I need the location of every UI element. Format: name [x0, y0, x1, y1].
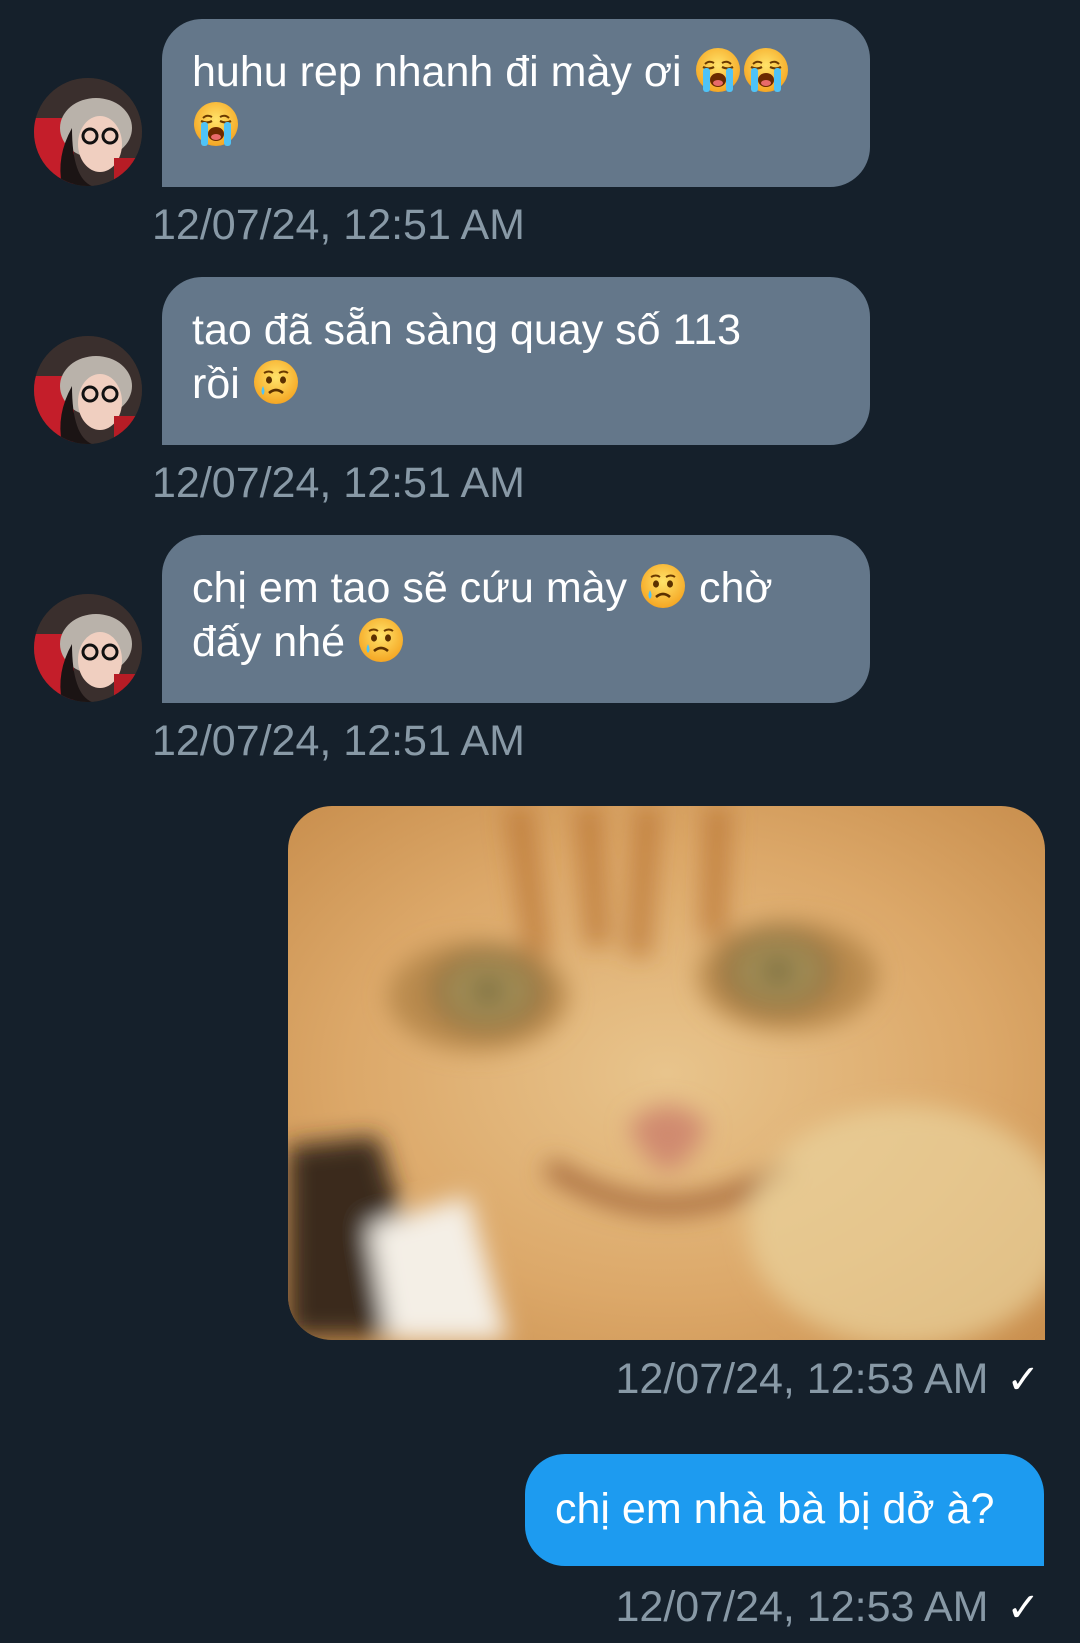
incoming-message-bubble[interactable]: tao đã sẵn sàng quay số 113 rồi [162, 277, 870, 445]
timestamp-text: 12/07/24, 12:53 AM [615, 1583, 989, 1631]
message-text: huhu rep nhanh đi mày ơi [192, 48, 682, 96]
loudly-crying-emoji-icon [192, 100, 240, 148]
crying-emoji-icon [252, 358, 300, 406]
message-text: chị em tao sẽ cứu mày [192, 564, 628, 612]
message-timestamp: 12/07/24, 12:53 AM ✓ [616, 1582, 1040, 1633]
loudly-crying-emoji-icon [694, 46, 742, 94]
crying-emoji-icon [639, 562, 687, 610]
cat-photo [288, 806, 1045, 1340]
sent-check-icon: ✓ [1006, 1586, 1040, 1630]
outgoing-message-bubble[interactable]: chị em nhà bà bị dở à? [525, 1454, 1044, 1566]
incoming-message-bubble[interactable]: huhu rep nhanh đi mày ơi [162, 19, 870, 187]
sent-image[interactable] [288, 806, 1045, 1340]
avatar[interactable] [34, 594, 142, 702]
timestamp-text: 12/07/24, 12:53 AM [615, 1355, 989, 1403]
avatar[interactable] [34, 336, 142, 444]
crying-emoji-icon [357, 616, 405, 664]
sent-check-icon: ✓ [1006, 1358, 1040, 1402]
loudly-crying-emoji-icon [742, 46, 790, 94]
message-timestamp: 12/07/24, 12:51 AM [152, 717, 525, 765]
message-text: chị em nhà bà bị dở à? [555, 1485, 995, 1533]
message-text: tao đã sẵn sàng quay số 113 [192, 306, 742, 354]
message-timestamp: 12/07/24, 12:51 AM [152, 201, 525, 249]
message-text-line2: đấy nhé [192, 618, 346, 666]
incoming-message-bubble[interactable]: chị em tao sẽ cứu mày chờ đấy nhé [162, 535, 870, 703]
message-text-line2: rồi [192, 360, 240, 408]
message-timestamp: 12/07/24, 12:51 AM [152, 459, 525, 507]
avatar[interactable] [34, 78, 142, 186]
message-timestamp: 12/07/24, 12:53 AM ✓ [616, 1354, 1040, 1405]
message-text-after: chờ [698, 564, 773, 612]
